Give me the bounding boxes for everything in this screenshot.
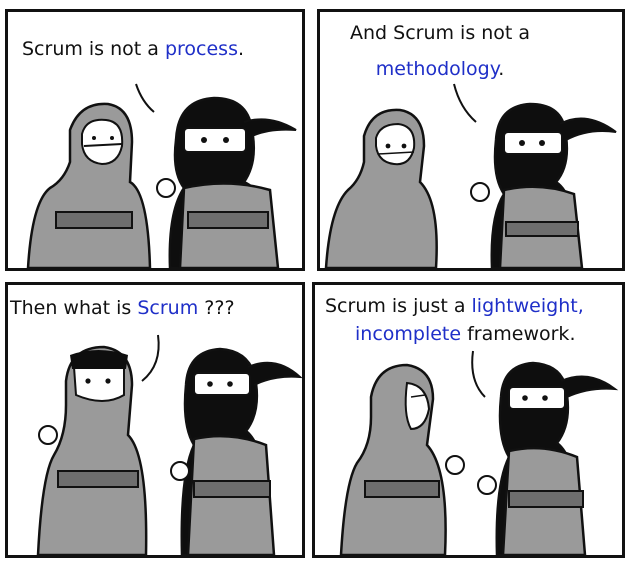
masked-figure bbox=[470, 102, 617, 268]
panel-3-art bbox=[36, 334, 302, 555]
comic-panel-4: Scrum is just a lightweight, incomplete … bbox=[312, 282, 625, 558]
speech-tail bbox=[471, 350, 486, 398]
panel-4-art bbox=[339, 350, 619, 555]
speech-tail bbox=[135, 83, 155, 113]
comic-panel-1: Scrum is not a process. bbox=[5, 9, 305, 271]
hooded-figure bbox=[26, 102, 152, 268]
panel-2-art bbox=[324, 83, 617, 268]
speech-tail bbox=[453, 83, 477, 123]
hooded-figure bbox=[324, 108, 438, 268]
masked-figure bbox=[170, 347, 302, 555]
comic-panel-2: And Scrum is not a methodology. bbox=[317, 9, 625, 271]
masked-figure bbox=[477, 361, 619, 555]
hooded-figure bbox=[339, 363, 465, 555]
speech-tail bbox=[141, 334, 160, 382]
comic-panel-3: Then what is Scrum ??? bbox=[5, 282, 305, 558]
hooded-figure bbox=[36, 345, 148, 555]
panel-1-art bbox=[26, 83, 297, 268]
masked-figure bbox=[156, 96, 297, 268]
